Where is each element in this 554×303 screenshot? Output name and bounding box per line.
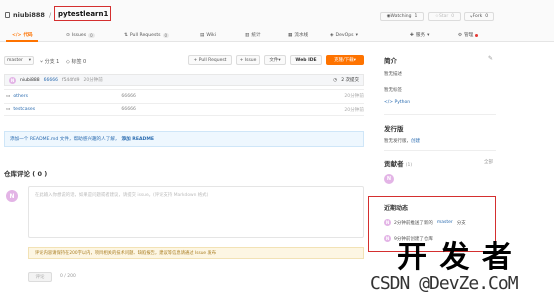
file-row[interactable]: ▭ others 66666 20分钟前 — [4, 89, 364, 102]
owner-link[interactable]: niubi888 — [13, 11, 45, 19]
star-count: 0 — [451, 14, 455, 19]
file-time: 20分钟前 — [344, 94, 364, 99]
file-commit-message[interactable]: 66666 — [121, 107, 136, 112]
file-menu-button[interactable]: 文件 ▾ — [264, 55, 286, 65]
code-icon: </> — [384, 100, 395, 105]
tab-wiki[interactable]: ▤ Wiki — [200, 30, 216, 40]
book-icon: ▤ — [200, 32, 205, 38]
fork-count: 0 — [485, 14, 489, 19]
folder-icon: ▭ — [6, 107, 11, 112]
activity-title: 近期动态 — [384, 205, 409, 212]
pull-request-icon: ⇅ — [124, 32, 128, 38]
watermark-small: CSDN @DevZe.CoM — [370, 273, 519, 294]
commit-count[interactable]: 2 次提交 — [341, 77, 359, 83]
avatar: N — [9, 76, 16, 84]
tab-pipeline[interactable]: ▦ 流水线 — [288, 30, 308, 40]
contributors-title: 贡献者 (1) — [384, 160, 413, 168]
submit-comment-button[interactable]: 评论 — [28, 272, 52, 282]
services-icon: ✚ — [410, 32, 414, 38]
chevron-down-icon: ▾ — [353, 57, 356, 63]
branch-link[interactable]: master — [437, 220, 453, 225]
watch-button[interactable]: ◉ Watching 1 — [380, 12, 424, 21]
activity-item: N 2分钟前推送了新的 master 分支 — [384, 219, 466, 226]
avatar: N — [6, 190, 18, 202]
watch-label: Watching — [390, 14, 412, 19]
comments-title: 仓库评论 ( 0 ) — [4, 170, 48, 178]
path-separator: / — [49, 11, 52, 19]
repo-icon — [5, 12, 10, 18]
comment-notice: 评论内容请保持在200字以内，项目相关的技术问题、缺陷报告，建议等信息请通过 I… — [28, 247, 364, 259]
folder-icon: ▭ — [6, 93, 11, 99]
file-name[interactable]: testcases — [13, 107, 121, 112]
chevron-down-icon: ▾ — [427, 32, 430, 38]
intro-description: 暂无描述 — [384, 72, 402, 77]
edit-icon[interactable]: ✎ — [488, 55, 493, 62]
gear-icon: ⚙ — [458, 32, 463, 38]
chevron-down-icon: ▾ — [28, 58, 31, 63]
devops-icon: ◈ — [330, 32, 334, 38]
fork-button[interactable]: ⑂ Fork 0 — [464, 12, 494, 21]
tab-issues[interactable]: ⊙ Issues 0 — [66, 30, 95, 40]
divider — [384, 150, 496, 151]
issue-icon: ⊙ — [66, 32, 70, 38]
readme-prompt: 添加一个 README.md 文件，帮助感兴趣的人了解， 添加 README — [4, 131, 364, 147]
commit-author[interactable]: niubi888 — [20, 78, 40, 83]
repo-name-link[interactable]: pytestlearn1 — [58, 10, 108, 18]
latest-commit-bar: N niubi888 66666 f544fd9 20分钟前 ◷ 2 次提交 — [4, 74, 364, 86]
chevron-down-icon: ▾ — [355, 32, 358, 38]
notification-dot — [475, 33, 479, 37]
chart-icon: ▥ — [245, 32, 250, 38]
file-commit-message[interactable]: 66666 — [121, 94, 136, 99]
file-row[interactable]: ▭ testcases 66666 20分钟前 — [4, 103, 364, 116]
branches-link[interactable]: ⑂ 分支 1 — [40, 58, 59, 65]
avatar: N — [384, 235, 391, 242]
tab-manage[interactable]: ⚙ 管理 — [458, 30, 479, 40]
tab-services[interactable]: ✚ 服务 ▾ — [410, 30, 429, 40]
release-info: 暂无发行版，创建 — [384, 139, 420, 144]
character-counter: 0 / 200 — [60, 274, 76, 279]
readme-text: 添加一个 README.md 文件，帮助感兴趣的人了解， — [10, 137, 120, 142]
release-title: 发行版 — [384, 125, 404, 133]
active-tab-indicator — [6, 40, 38, 42]
avatar: N — [384, 219, 391, 226]
intro-title: 简介 — [384, 57, 397, 65]
create-release-link[interactable]: 创建 — [411, 139, 420, 144]
history-icon: ◷ — [333, 77, 338, 83]
add-readme-link[interactable]: 添加 README — [122, 136, 155, 142]
tags-link[interactable]: ◇ 标签 0 — [66, 58, 86, 65]
watch-count: 1 — [414, 14, 418, 19]
fork-label: Fork — [472, 14, 483, 19]
commit-time: 20分钟前 — [83, 78, 103, 83]
pipeline-icon: ▦ — [288, 32, 293, 38]
star-button[interactable]: ☆ Star 0 — [428, 12, 461, 21]
commit-hash[interactable]: f544fd9 — [62, 78, 79, 83]
file-time: 20分钟前 — [344, 107, 364, 113]
divider — [384, 114, 496, 115]
tab-devops[interactable]: ◈ DevOps ▾ — [330, 30, 358, 40]
web-ide-button[interactable]: Web IDE — [290, 55, 322, 65]
commit-message[interactable]: 66666 — [44, 78, 58, 83]
branch-select[interactable]: master ▾ — [4, 56, 34, 65]
code-icon: </> — [12, 32, 22, 38]
new-issue-button[interactable]: + Issue — [236, 55, 260, 65]
contributor-avatar[interactable]: N — [384, 174, 394, 184]
chevron-down-icon: ▾ — [278, 57, 281, 63]
watermark-large: 开 发 者 — [397, 240, 513, 275]
intro-tags: 暂无标签 — [384, 88, 402, 93]
file-name[interactable]: others — [13, 94, 121, 99]
new-pull-request-button[interactable]: + Pull Request — [188, 55, 232, 65]
language-badge: </> Python — [384, 100, 411, 105]
tab-stats[interactable]: ▥ 统计 — [245, 30, 261, 40]
contributors-all-link[interactable]: 全部 — [484, 159, 493, 165]
tab-pull-requests[interactable]: ⇅ Pull Requests 0 — [124, 30, 170, 40]
comment-input[interactable]: 在此输入你想说的话，如果是问题或者建议，请提交 issue。(评论支持 Mark… — [28, 186, 364, 238]
star-label: Star — [438, 14, 449, 19]
clone-download-button[interactable]: 克隆/下载 ▾ — [326, 55, 364, 65]
comment-placeholder: 在此输入你想说的话，如果是问题或者建议，请提交 issue。(评论支持 Mark… — [35, 193, 209, 198]
tab-code[interactable]: </> 代码 — [12, 30, 33, 40]
